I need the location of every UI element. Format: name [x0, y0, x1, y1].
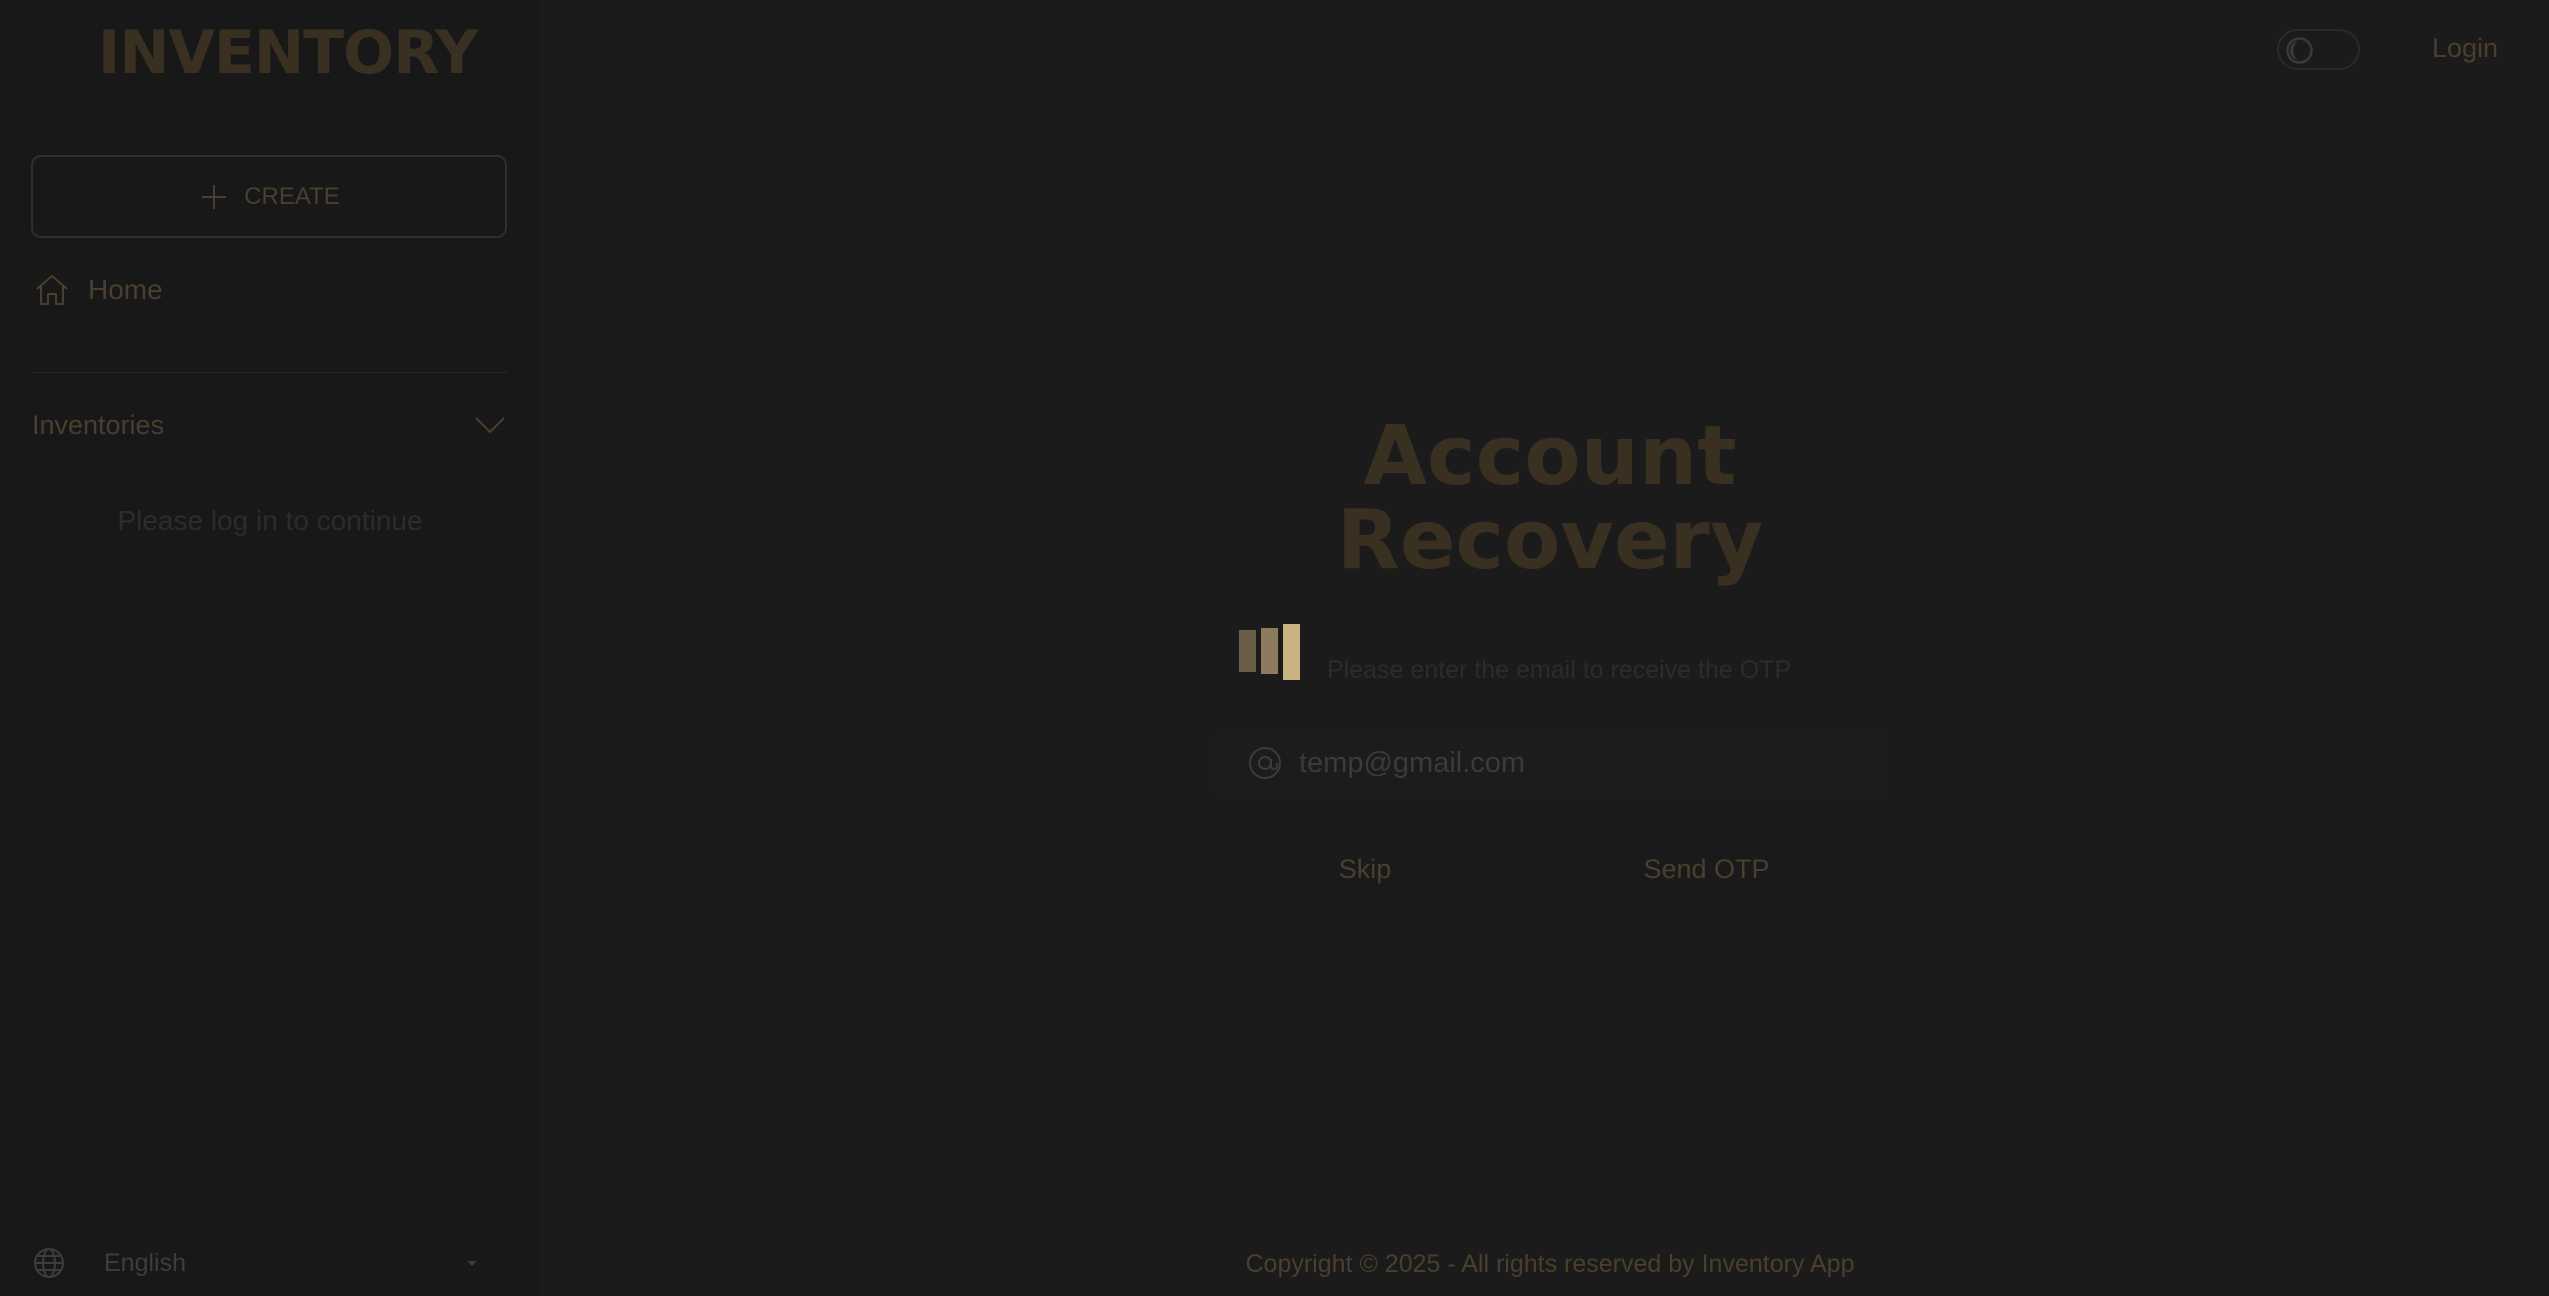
- caret-down-icon: [467, 1261, 477, 1266]
- sidebar-divider: [32, 372, 508, 373]
- plus-icon: [202, 184, 227, 209]
- language-value: English: [104, 1248, 186, 1277]
- theme-toggle[interactable]: [2277, 29, 2360, 70]
- loading-bars-icon: [1239, 624, 1300, 680]
- inventories-label: Inventories: [32, 409, 165, 440]
- sidebar-item-home-label: Home: [88, 274, 163, 305]
- at-sign-icon: [1249, 747, 1281, 779]
- sidebar-section-inventories[interactable]: Inventories: [32, 405, 508, 445]
- page-title-line-1: Account: [1363, 409, 1737, 504]
- email-field[interactable]: temp@gmail.com: [1215, 730, 1885, 796]
- create-button-label: CREATE: [244, 182, 340, 210]
- login-prompt: Please log in to continue: [117, 505, 423, 536]
- language-select[interactable]: English: [32, 1245, 482, 1281]
- email-value: temp@gmail.com: [1299, 746, 1526, 779]
- sidebar-item-home[interactable]: Home: [32, 270, 163, 310]
- footer-copyright: Copyright © 2025 - All rights reserved b…: [1245, 1250, 1855, 1278]
- chevron-down-icon[interactable]: [472, 407, 508, 443]
- recovery-instructions: Please enter the email to receive the OT…: [1327, 656, 1792, 684]
- home-icon: [36, 275, 68, 305]
- moon-icon: [2286, 37, 2313, 64]
- page-title-line-2: Recovery: [1336, 493, 1764, 588]
- create-button[interactable]: CREATE: [31, 155, 507, 238]
- sidebar: INVENTORY CREATE Home Inventories Please…: [0, 0, 540, 1296]
- globe-icon: [34, 1248, 64, 1278]
- send-otp-button[interactable]: Send OTP: [1528, 829, 1885, 909]
- skip-button[interactable]: Skip: [1215, 829, 1515, 909]
- page-title: Account Recovery: [1320, 415, 1780, 583]
- login-link[interactable]: Login: [2432, 33, 2498, 64]
- app-root: INVENTORY CREATE Home Inventories Please…: [0, 0, 2549, 1296]
- app-logo[interactable]: INVENTORY: [98, 18, 478, 88]
